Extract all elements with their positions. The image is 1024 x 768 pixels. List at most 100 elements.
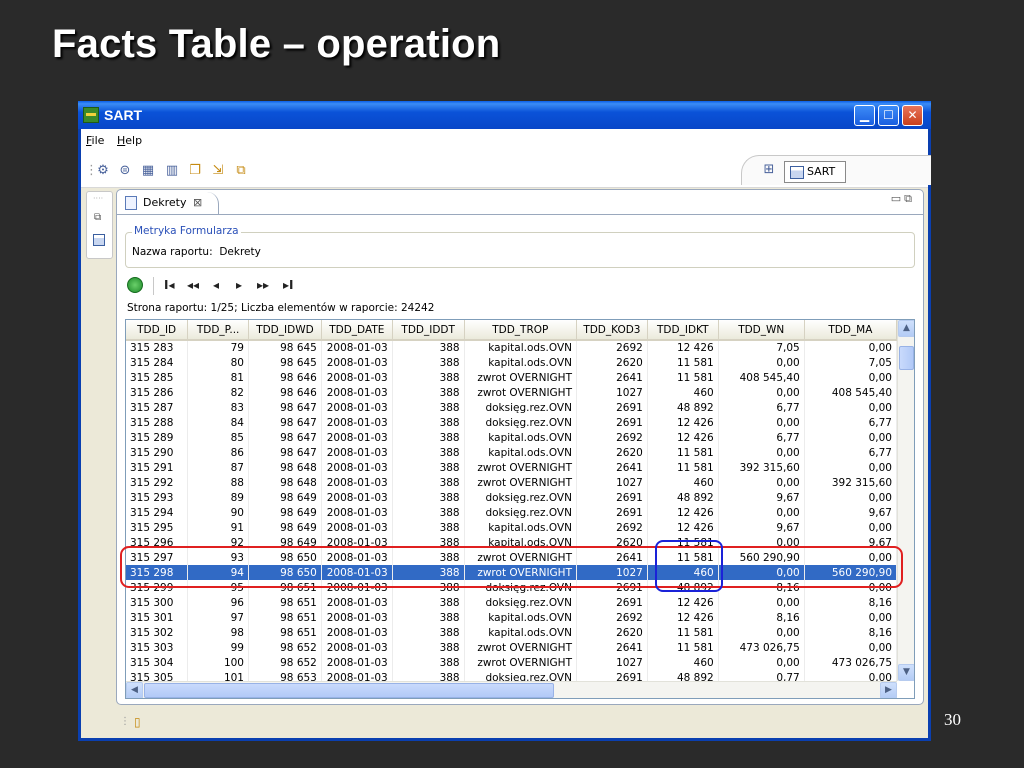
statusbar-grip[interactable]: ⋮ bbox=[120, 716, 130, 727]
close-button[interactable]: ✕ bbox=[902, 105, 923, 126]
table-cell: kapital.ods.OVN bbox=[464, 355, 577, 370]
table-row[interactable]: 315 290 86 98 647 2008-01-03 388 kapital.ods.… bbox=[126, 445, 898, 460]
table-cell: 8,16 bbox=[718, 610, 805, 625]
report-name-value: Dekrety bbox=[219, 246, 261, 258]
table-row[interactable]: 315 287 83 98 647 2008-01-03 388 doksięg.rez.… bbox=[126, 400, 898, 415]
table-row[interactable]: 315 303 99 98 652 2008-01-03 388 zwrot OVERNI… bbox=[126, 640, 898, 655]
maximize-button[interactable]: ☐ bbox=[878, 105, 899, 126]
column-header[interactable]: TDD_TROP bbox=[464, 320, 577, 341]
table-row[interactable]: 315 285 81 98 646 2008-01-03 388 zwrot OVERNI… bbox=[126, 370, 898, 385]
table-row[interactable]: 315 295 91 98 649 2008-01-03 388 kapital.ods.… bbox=[126, 520, 898, 535]
table-cell: 98 645 bbox=[248, 340, 322, 355]
table-row[interactable]: 315 302 98 98 651 2008-01-03 388 kapital.ods.… bbox=[126, 625, 898, 640]
scroll-right-button[interactable]: ▶ bbox=[880, 682, 897, 698]
refresh-icon[interactable] bbox=[127, 277, 143, 293]
perspective-sart-button[interactable]: SART bbox=[784, 161, 846, 183]
table-cell: 392 315,60 bbox=[804, 475, 898, 490]
column-header[interactable]: TDD_P... bbox=[187, 320, 249, 341]
table-cell: kapital.ods.OVN bbox=[464, 430, 577, 445]
table-row[interactable]: 315 294 90 98 649 2008-01-03 388 doksięg.rez.… bbox=[126, 505, 898, 520]
table-cell: 6,77 bbox=[804, 415, 898, 430]
table-cell: kapital.ods.OVN bbox=[464, 445, 577, 460]
open-perspective-icon[interactable]: ⊞ bbox=[761, 162, 777, 178]
table-cell: 315 284 bbox=[126, 355, 189, 370]
table-cell: 98 649 bbox=[248, 490, 322, 505]
table-cell: kapital.ods.OVN bbox=[464, 520, 577, 535]
menu-file[interactable]: File bbox=[86, 134, 104, 147]
restore-icon[interactable]: ⧉ bbox=[94, 212, 101, 223]
table-cell: 7,05 bbox=[718, 340, 805, 355]
table-row[interactable]: 315 286 82 98 646 2008-01-03 388 zwrot OVERNI… bbox=[126, 385, 898, 400]
column-header[interactable]: TDD_KOD3 bbox=[576, 320, 648, 341]
table-cell: 0,00 bbox=[804, 340, 898, 355]
vertical-scrollbar[interactable]: ▲ ▼ bbox=[897, 320, 914, 681]
column-header[interactable]: TDD_IDKT bbox=[647, 320, 719, 341]
table-cell: 315 287 bbox=[126, 400, 189, 415]
table-cell: 81 bbox=[187, 370, 249, 385]
column-header[interactable]: TDD_IDDT bbox=[392, 320, 465, 341]
scroll-left-button[interactable]: ◀ bbox=[126, 682, 143, 698]
table-row[interactable]: 315 304 100 98 652 2008-01-03 388 zwrot OVERN… bbox=[126, 655, 898, 670]
table-cell: 0,00 bbox=[804, 400, 898, 415]
table-row[interactable]: 315 284 80 98 645 2008-01-03 388 kapital.ods.… bbox=[126, 355, 898, 370]
table-cell: 12 426 bbox=[647, 340, 719, 355]
view-icon[interactable] bbox=[93, 234, 105, 246]
tab-close-icon[interactable]: ⊠ bbox=[193, 192, 202, 214]
table-row[interactable]: 315 300 96 98 651 2008-01-03 388 doksięg.rez.… bbox=[126, 595, 898, 610]
trim-grip[interactable]: ···· bbox=[93, 194, 103, 203]
table-cell: 2008-01-03 bbox=[321, 625, 393, 640]
menu-help[interactable]: Help bbox=[117, 134, 142, 147]
column-header[interactable]: TDD_IDWD bbox=[248, 320, 322, 341]
settings-icon[interactable]: ⚙ bbox=[95, 163, 111, 179]
table-cell: 315 303 bbox=[126, 640, 189, 655]
column-header[interactable]: TDD_MA bbox=[804, 320, 898, 341]
vertical-scroll-thumb[interactable] bbox=[899, 346, 914, 370]
table-cell: 388 bbox=[392, 475, 465, 490]
import-icon[interactable]: ⇲ bbox=[210, 163, 226, 179]
column-header[interactable]: TDD_WN bbox=[718, 320, 805, 341]
prev-page-button[interactable]: ◂ bbox=[213, 278, 219, 292]
next-page-button[interactable]: ▸ bbox=[236, 278, 242, 292]
horizontal-scrollbar[interactable]: ◀ ▶ bbox=[126, 681, 897, 698]
copy-icon[interactable]: ❐ bbox=[187, 163, 203, 179]
table-cell: 2620 bbox=[576, 355, 648, 370]
table-cell: 388 bbox=[392, 595, 465, 610]
export-icon[interactable]: ⊜ bbox=[117, 163, 133, 179]
table-cell: 11 581 bbox=[647, 640, 719, 655]
table-row[interactable]: 315 293 89 98 649 2008-01-03 388 doksięg.rez.… bbox=[126, 490, 898, 505]
minimize-button[interactable]: ▁ bbox=[854, 105, 875, 126]
columns-icon[interactable]: ▥ bbox=[164, 163, 180, 179]
view-minimize-maximize[interactable]: ▭⧉ bbox=[891, 192, 915, 206]
table-row[interactable]: 315 292 88 98 648 2008-01-03 388 zwrot OVERNI… bbox=[126, 475, 898, 490]
column-header[interactable]: TDD_ID bbox=[126, 320, 189, 341]
column-header[interactable]: TDD_DATE bbox=[321, 320, 393, 341]
table-row[interactable]: 315 283 79 98 645 2008-01-03 388 kapital.ods.… bbox=[126, 340, 898, 355]
data-icon[interactable]: ▦ bbox=[140, 163, 156, 179]
table-row[interactable]: 315 291 87 98 648 2008-01-03 388 zwrot OVERNI… bbox=[126, 460, 898, 475]
table-cell: 315 304 bbox=[126, 655, 189, 670]
table-row[interactable]: 315 289 85 98 647 2008-01-03 388 kapital.ods.… bbox=[126, 430, 898, 445]
table-cell: 11 581 bbox=[647, 370, 719, 385]
toolbar-grip[interactable]: ⋮ bbox=[85, 163, 98, 179]
horizontal-scroll-thumb[interactable] bbox=[144, 683, 554, 698]
bundle-icon[interactable]: ⧉ bbox=[233, 163, 249, 179]
table-row[interactable]: 315 288 84 98 647 2008-01-03 388 doksięg.rez.… bbox=[126, 415, 898, 430]
table-cell: 2008-01-03 bbox=[321, 415, 393, 430]
last-page-button[interactable]: ▸I bbox=[283, 278, 294, 292]
table-cell: 90 bbox=[187, 505, 249, 520]
prev-ten-pages-button[interactable]: ◂◂ bbox=[187, 278, 199, 292]
tab-dekrety[interactable]: Dekrety ⊠ bbox=[119, 192, 219, 214]
table-cell: 2008-01-03 bbox=[321, 475, 393, 490]
table-row[interactable]: 315 301 97 98 651 2008-01-03 388 kapital.ods.… bbox=[126, 610, 898, 625]
next-ten-pages-button[interactable]: ▸▸ bbox=[257, 278, 269, 292]
table-cell: 6,77 bbox=[804, 445, 898, 460]
fast-view-icon[interactable]: ▯ bbox=[134, 715, 141, 729]
title-bar[interactable]: SART ▁ ☐ ✕ bbox=[78, 101, 931, 129]
table-cell: 0,00 bbox=[718, 385, 805, 400]
row-highlight-annotation bbox=[120, 546, 903, 588]
first-page-button[interactable]: I◂ bbox=[164, 278, 175, 292]
scroll-down-button[interactable]: ▼ bbox=[898, 664, 914, 681]
cell-highlight-annotation bbox=[655, 540, 723, 592]
scroll-up-button[interactable]: ▲ bbox=[898, 320, 914, 337]
table-cell: 0,00 bbox=[804, 520, 898, 535]
